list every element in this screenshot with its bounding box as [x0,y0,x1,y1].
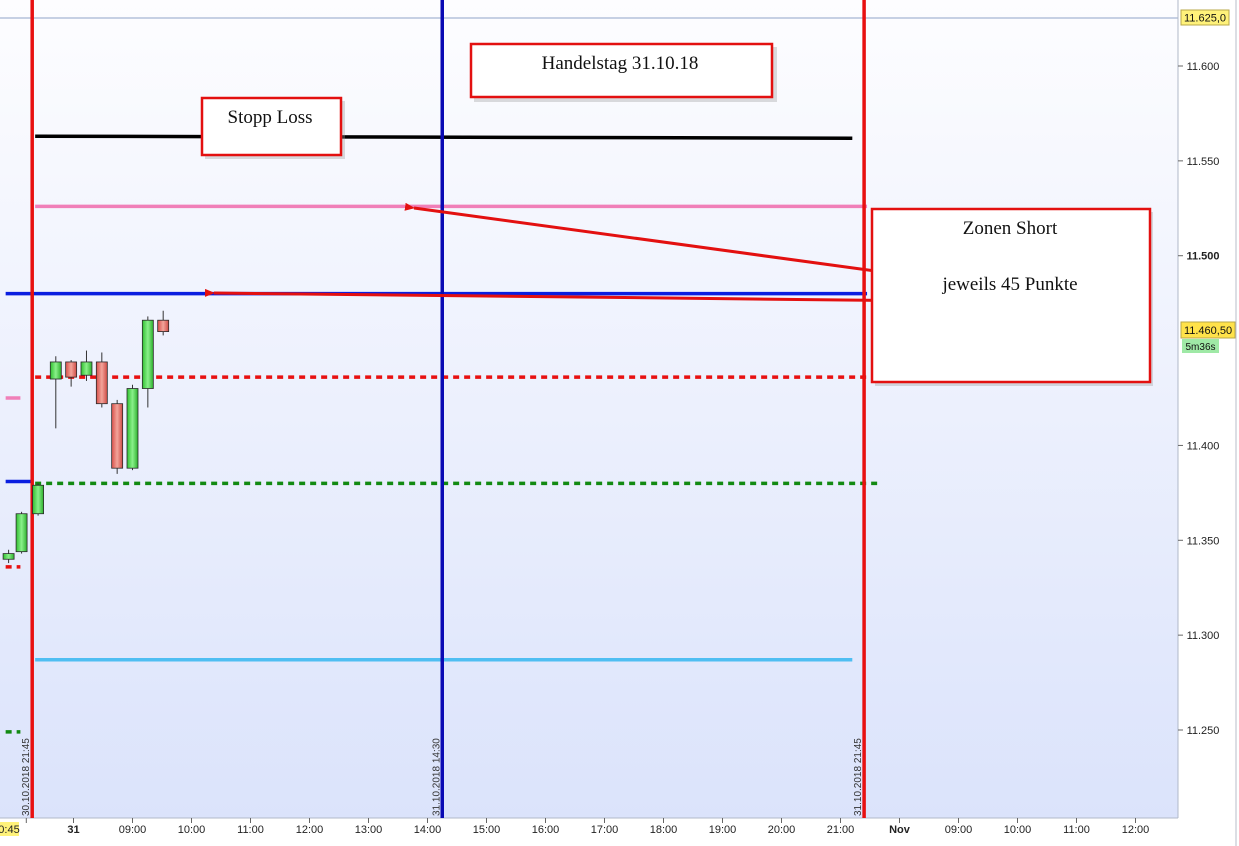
handelstag-label: Handelstag 31.10.18 [542,53,699,74]
x-tick-label: 16:00 [532,824,560,836]
x-tick-label: 0:45 [0,824,20,836]
candle-body-bull [141,319,154,389]
timer-badge: 5m36s [1182,339,1219,353]
last-price-badge: 11.460,50 [1180,321,1236,339]
x-tick-label: 15:00 [473,824,501,836]
candle-body-bull [126,388,139,469]
top-price-label: 11.625,0 [1184,13,1226,25]
x-tick-label: 12:00 [296,824,324,836]
x-tick-label: Nov [889,824,911,836]
timer-label: 5m36s [1185,342,1215,353]
y-tick-label: 11.600 [1187,61,1220,73]
zonen-short-label: Zonen Short [963,218,1058,239]
y-tick-label: 11.500 [1186,251,1219,263]
plot-area [0,0,1178,818]
x-tick-label: 11:00 [237,824,264,836]
handelstag-box: Handelstag 31.10.18 [469,42,777,102]
candle-body-bull [49,361,62,380]
x-tick-label: 11:00 [1063,824,1090,836]
time-axis-panel [0,818,1178,846]
x-tick-label: 19:00 [709,824,737,836]
y-tick-label: 11.300 [1187,630,1220,642]
x-tick-label: 09:00 [119,824,147,836]
x-tick-label: 09:00 [945,824,973,836]
y-tick-label: 11.550 [1187,156,1220,168]
top-price-badge: 11.625,0 [1180,9,1230,26]
candle-body-bull [2,553,15,560]
zonen-short-box: Zonen Short jeweils 45 Punkte [870,207,1153,386]
jeweils-45-punkte-label: jeweils 45 Punkte [941,274,1077,295]
x-tick-label: 12:00 [1122,824,1150,836]
candle-body-bear [95,361,108,405]
y-tick-label: 11.250 [1187,725,1220,737]
chart: 30.10.2018 21:45 31.10.2018 14:30 31.10.20… [0,0,1239,846]
candle-body-bull [15,513,28,553]
x-tick-label: 20:00 [768,824,796,836]
candle-body-bull [80,361,93,376]
x-tick-label: 21:00 [827,824,855,836]
x-tick-label: 14:00 [414,824,442,836]
x-tick-label: 10:00 [178,824,206,836]
candle-body-bear [157,319,170,332]
x-tick-label: 31 [67,824,79,836]
vertical-marker-label: 31.10.2018 21:45 [853,738,864,816]
x-tick-label: 18:00 [650,824,678,836]
y-tick-label: 11.400 [1187,440,1220,452]
price-axis-panel [1178,0,1239,846]
candle-body-bear [111,403,124,469]
vertical-marker-label: 31.10.2018 14:30 [431,738,442,816]
candle-body-bull [32,484,44,515]
candle-body-bear [65,361,78,378]
y-tick-label: 11.350 [1187,535,1220,547]
vertical-marker-label: 30.10.2018 21:45 [21,738,32,816]
stopp-loss-box: Stopp Loss [200,96,345,159]
x-tick-label: 13:00 [355,824,383,836]
x-tick-label: 10:00 [1004,824,1032,836]
last-price-label: 11.460,50 [1184,325,1232,337]
stopp-loss-label: Stopp Loss [228,107,313,128]
x-tick-label: 17:00 [591,824,619,836]
